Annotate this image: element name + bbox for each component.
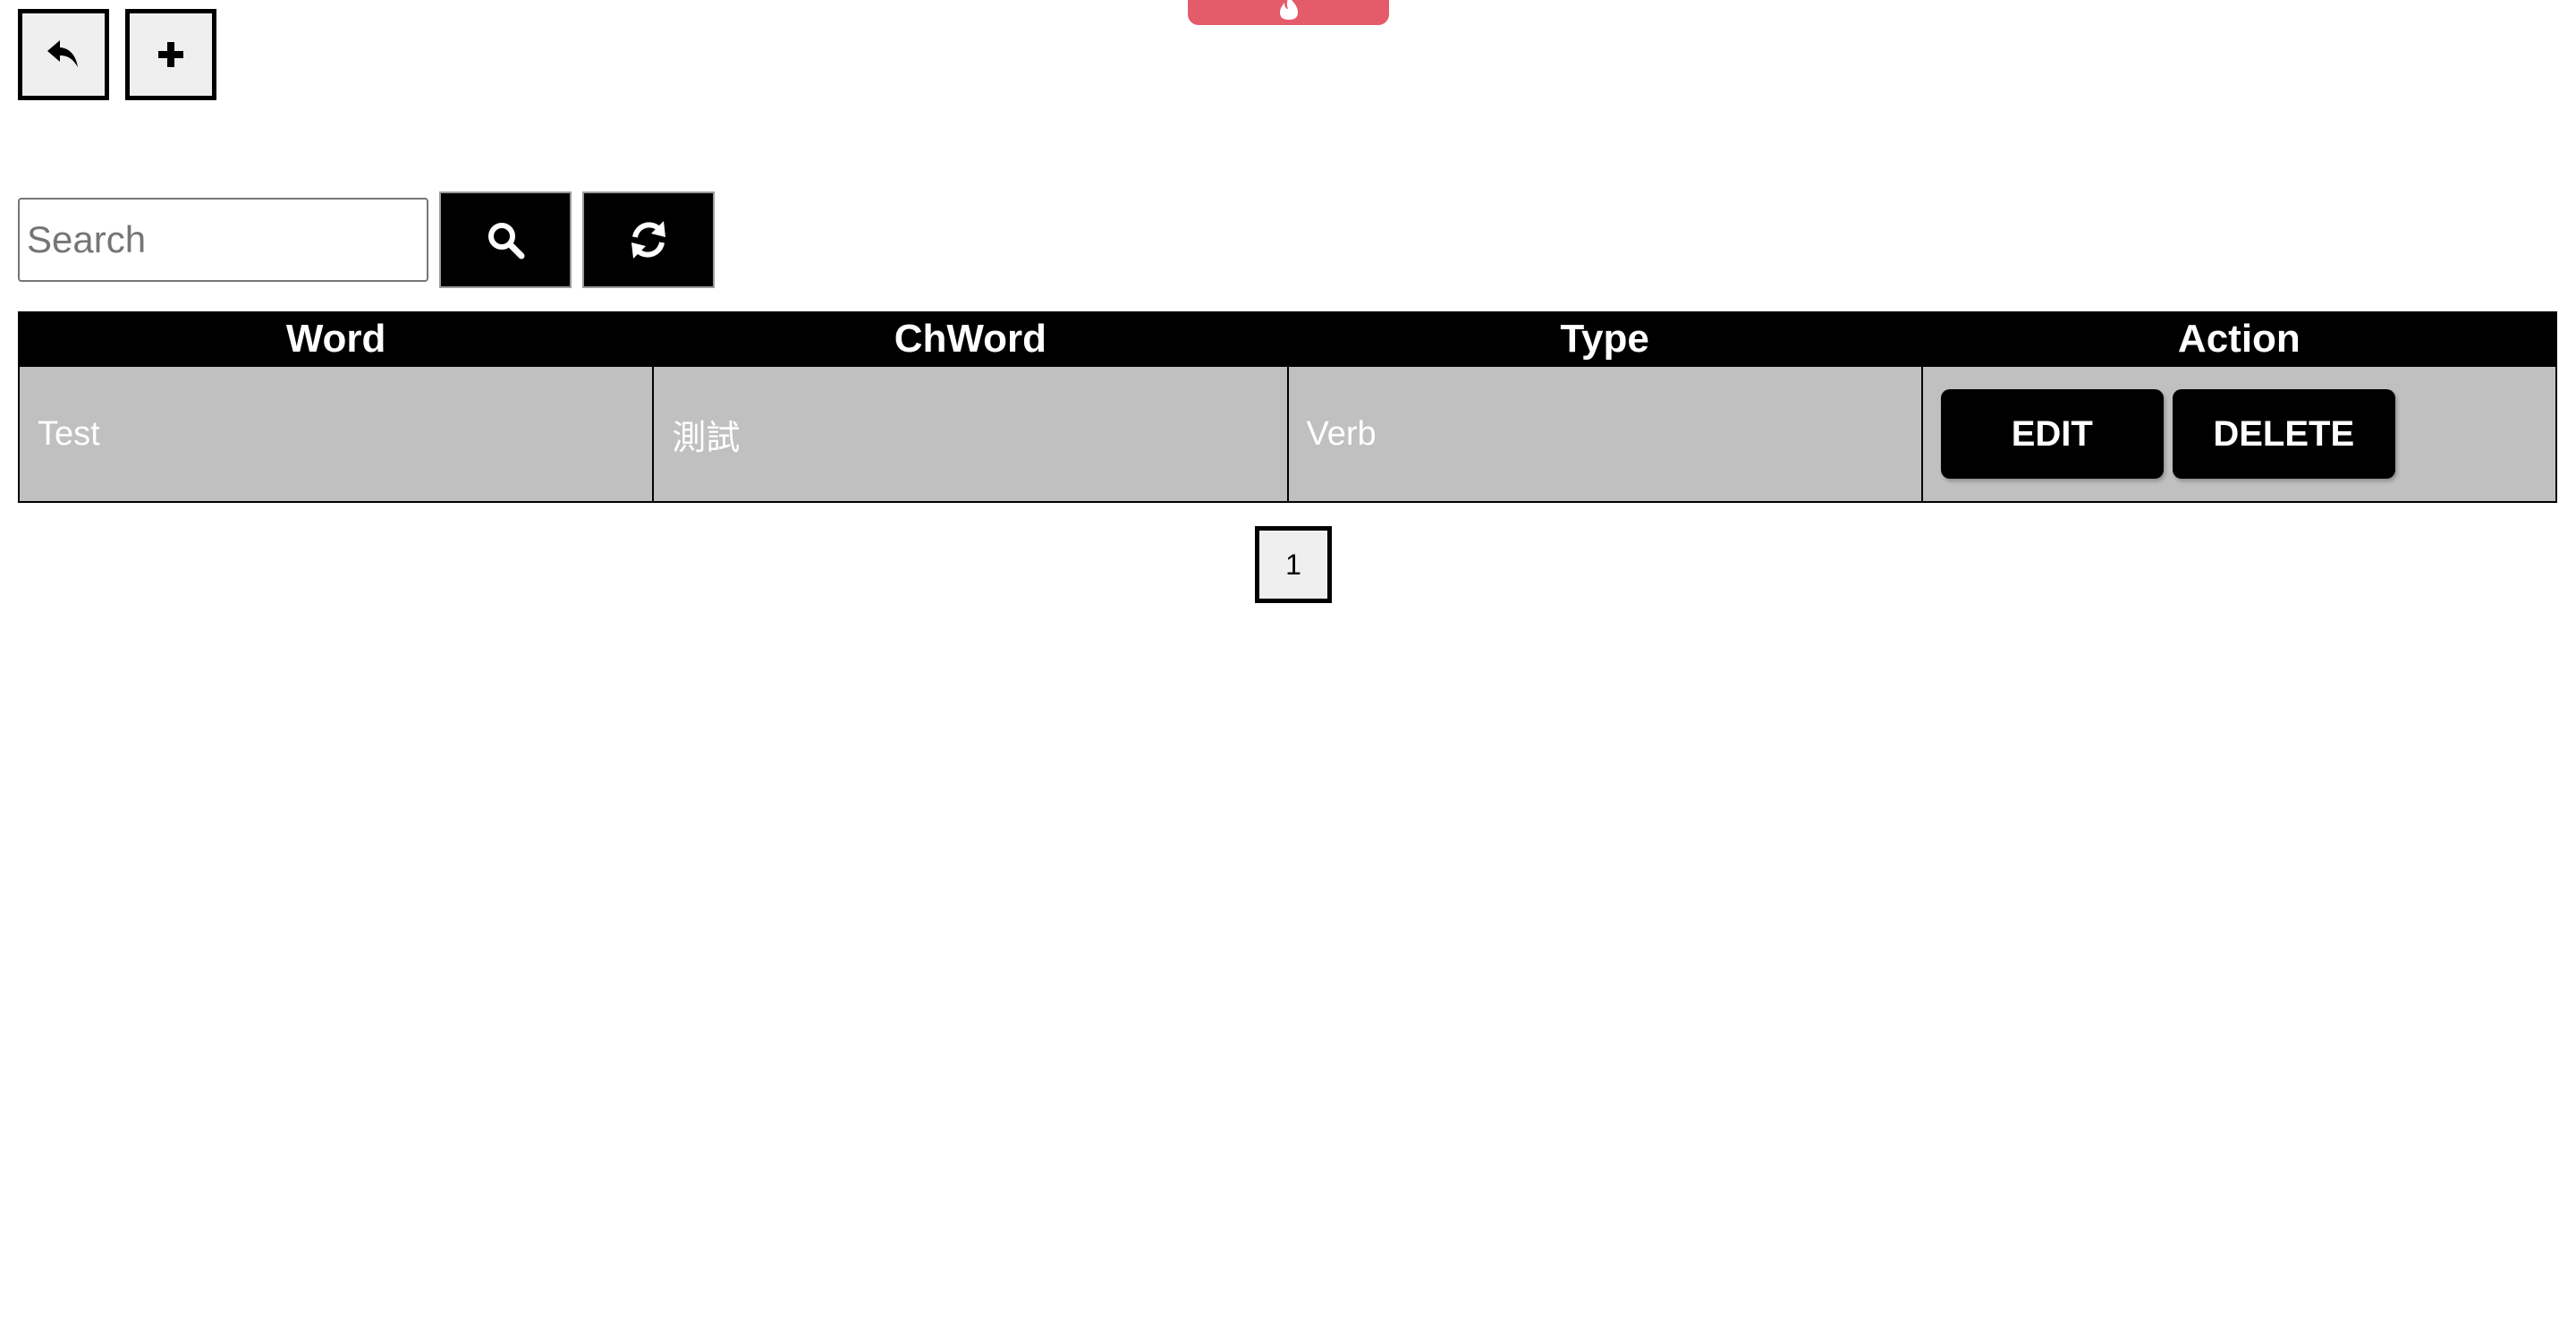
- search-icon: [488, 223, 525, 259]
- words-table: Word ChWord Type Action Test 測試 Verb EDI…: [17, 311, 2558, 503]
- table-row: Test 測試 Verb EDIT DELETE: [17, 365, 2558, 503]
- cell-word: Test: [17, 365, 655, 503]
- column-header-chword: ChWord: [652, 311, 1289, 367]
- edit-button[interactable]: EDIT: [1940, 389, 2164, 479]
- search-button[interactable]: [439, 191, 572, 288]
- search-bar: [18, 191, 715, 288]
- cell-chword: 測試: [652, 365, 1289, 503]
- toolbar: [18, 9, 216, 100]
- app-page: Word ChWord Type Action Test 測試 Verb EDI…: [0, 0, 2576, 1335]
- column-header-word: Word: [17, 311, 655, 367]
- flame-icon: [1279, 0, 1298, 20]
- page-button[interactable]: 1: [1255, 526, 1332, 603]
- pagination: 1: [1255, 526, 1332, 603]
- refresh-button[interactable]: [582, 191, 715, 288]
- devtools-tab[interactable]: [1188, 0, 1389, 25]
- table-header-row: Word ChWord Type Action: [17, 311, 2558, 367]
- search-input[interactable]: [18, 198, 428, 282]
- column-header-action: Action: [1920, 311, 2558, 367]
- delete-button[interactable]: DELETE: [2172, 389, 2395, 479]
- back-button[interactable]: [18, 9, 109, 100]
- add-button[interactable]: [125, 9, 216, 100]
- plus-icon: [158, 42, 183, 67]
- refresh-icon: [631, 221, 665, 259]
- reply-arrow-icon: [47, 40, 78, 67]
- cell-action: EDIT DELETE: [1920, 365, 2558, 503]
- column-header-type: Type: [1286, 311, 1923, 367]
- cell-type: Verb: [1286, 365, 1923, 503]
